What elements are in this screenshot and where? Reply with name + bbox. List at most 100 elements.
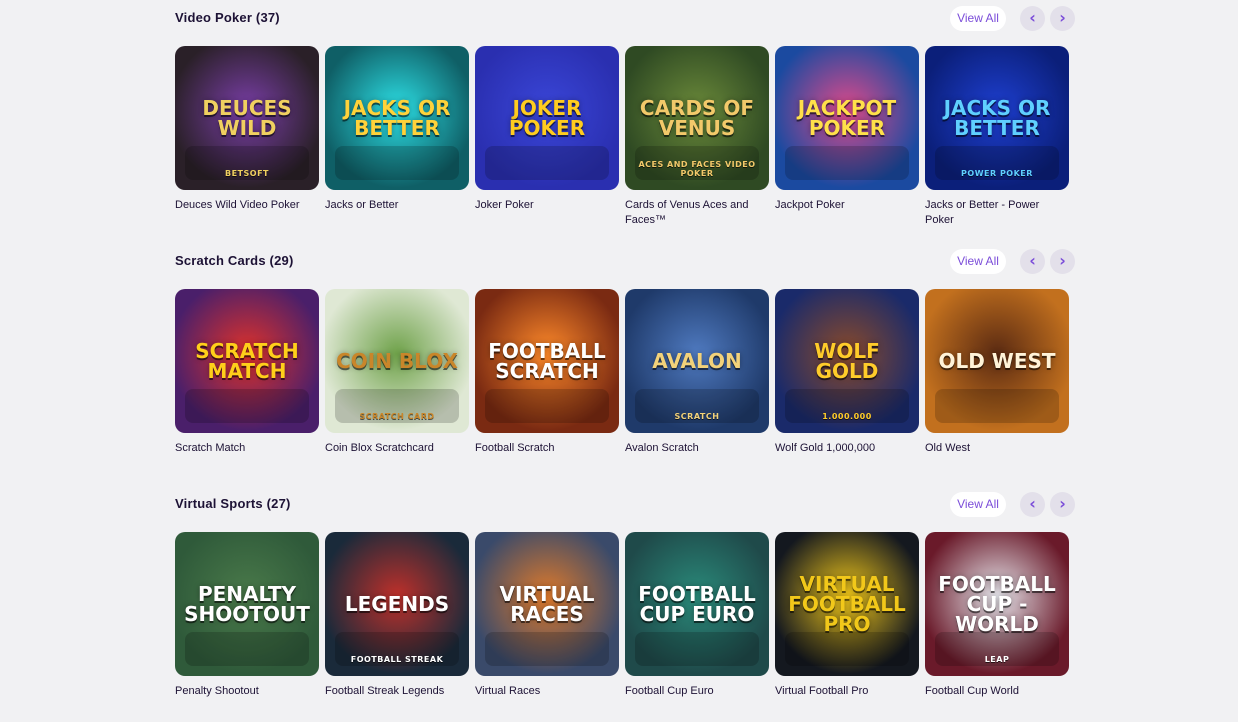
game-title[interactable]: Virtual Races [475, 684, 619, 699]
thumbnail-artwork [485, 146, 609, 180]
game-title[interactable]: Scratch Match [175, 441, 319, 456]
game-thumbnail[interactable]: Jacks or Better POWER POKER [925, 46, 1069, 190]
thumbnail-artwork [485, 632, 609, 666]
game-title[interactable]: Cards of Venus Aces and Faces™ [625, 198, 769, 228]
view-all-button[interactable]: View All [950, 492, 1006, 517]
game-row: Deuces Wild BETSOFT Deuces Wild Video Poke… [175, 46, 1075, 236]
section-header: Virtual Sports (27) View All ‹ › [175, 486, 1075, 524]
thumbnail-artwork [935, 389, 1059, 423]
thumbnail-artwork [485, 389, 609, 423]
game-title[interactable]: Old West [925, 441, 1069, 456]
section-scratch-cards: Scratch Cards (29) View All ‹ › Scratch … [175, 243, 1075, 454]
thumbnail-artwork [185, 632, 309, 666]
chevron-left-icon[interactable]: ‹ [1020, 492, 1045, 517]
view-all-button[interactable]: View All [950, 249, 1006, 274]
game-tile[interactable]: Deuces Wild BETSOFT Deuces Wild Video Poke… [175, 46, 319, 213]
game-tile[interactable]: Jackpot Poker Jackpot Poker [775, 46, 919, 213]
game-thumbnail[interactable]: Old West [925, 289, 1069, 433]
game-thumbnail[interactable]: Wolf Gold 1.000.000 [775, 289, 919, 433]
game-thumbnail[interactable]: Penalty Shootout [175, 532, 319, 676]
game-logo-subtitle: POWER POKER [961, 169, 1033, 178]
game-tile[interactable]: Cards of Venus ACES AND FACES VIDEO POKER… [625, 46, 769, 228]
game-title[interactable]: Jackpot Poker [775, 198, 919, 213]
game-thumbnail[interactable]: Football Scratch [475, 289, 619, 433]
game-title[interactable]: Penalty Shootout [175, 684, 319, 699]
game-tile[interactable]: Virtual Races Virtual Races [475, 532, 619, 699]
thumbnail-artwork [335, 146, 459, 180]
game-thumbnail[interactable]: Scratch Match [175, 289, 319, 433]
game-logo-text: Virtual Football Pro [788, 572, 906, 636]
chevron-right-icon[interactable]: › [1050, 249, 1075, 274]
game-logo-subtitle: SCRATCH CARD [359, 412, 435, 421]
game-logo-text: Cards of Venus [639, 96, 755, 140]
game-tile[interactable]: Scratch Match Scratch Match [175, 289, 319, 456]
game-thumbnail[interactable]: Coin Blox SCRATCH CARD [325, 289, 469, 433]
section-header: Scratch Cards (29) View All ‹ › [175, 243, 1075, 281]
game-thumbnail[interactable]: Virtual Races [475, 532, 619, 676]
game-title[interactable]: Coin Blox Scratchcard [325, 441, 469, 456]
chevron-right-icon[interactable]: › [1050, 6, 1075, 31]
chevron-left-icon[interactable]: ‹ [1020, 249, 1045, 274]
game-title[interactable]: Avalon Scratch [625, 441, 769, 456]
section-title: Scratch Cards (29) [175, 253, 294, 268]
game-row: Penalty Shootout Penalty Shootout Legends F… [175, 532, 1075, 722]
game-tile[interactable]: Legends FOOTBALL STREAK Football Streak Le… [325, 532, 469, 699]
game-thumbnail[interactable]: Avalon SCRATCH [625, 289, 769, 433]
game-thumbnail[interactable]: Football Cup - World LEAP [925, 532, 1069, 676]
chevron-left-icon[interactable]: ‹ [1020, 6, 1045, 31]
game-title[interactable]: Football Cup World [925, 684, 1069, 699]
game-tile[interactable]: Joker Poker Joker Poker [475, 46, 619, 213]
game-title[interactable]: Deuces Wild Video Poker [175, 198, 319, 213]
game-tile[interactable]: Old West Old West [925, 289, 1069, 456]
game-title[interactable]: Jacks or Better [325, 198, 469, 213]
game-thumbnail[interactable]: Jacks or Better [325, 46, 469, 190]
game-title[interactable]: Football Cup Euro [625, 684, 769, 699]
game-logo-text: Football Cup - World [938, 572, 1056, 636]
game-logo-subtitle: FOOTBALL STREAK [350, 655, 444, 664]
game-row: Scratch Match Scratch Match Coin Blox SCRAT… [175, 289, 1075, 479]
thumbnail-artwork [185, 389, 309, 423]
game-logo-text: Football Scratch [488, 339, 606, 383]
game-title[interactable]: Joker Poker [475, 198, 619, 213]
section-video-poker: Video Poker (37) View All ‹ › Deuces Wil… [175, 0, 1075, 226]
game-tile[interactable]: Wolf Gold 1.000.000 Wolf Gold 1,000,000 [775, 289, 919, 456]
view-all-button[interactable]: View All [950, 6, 1006, 31]
game-thumbnail[interactable]: Virtual Football Pro [775, 532, 919, 676]
game-logo-text: Jacks or Better [343, 96, 451, 140]
chevron-right-icon[interactable]: › [1050, 492, 1075, 517]
section-title: Virtual Sports (27) [175, 496, 291, 511]
section-title: Video Poker (37) [175, 10, 280, 25]
game-title[interactable]: Wolf Gold 1,000,000 [775, 441, 919, 456]
game-title[interactable]: Football Scratch [475, 441, 619, 456]
game-title[interactable]: Virtual Football Pro [775, 684, 919, 699]
game-thumbnail[interactable]: Football Cup Euro [625, 532, 769, 676]
game-logo-text: Joker Poker [508, 96, 586, 140]
thumbnail-artwork [635, 632, 759, 666]
game-title[interactable]: Jacks or Better - Power Poker [925, 198, 1069, 228]
game-thumbnail[interactable]: Joker Poker [475, 46, 619, 190]
game-title[interactable]: Football Streak Legends [325, 684, 469, 699]
game-tile[interactable]: Football Cup - World LEAP Football Cup Wor… [925, 532, 1069, 699]
game-logo-text: Coin Blox [336, 349, 458, 373]
game-logo-subtitle: LEAP [984, 655, 1010, 664]
game-tile[interactable]: Jacks or Better POWER POKER Jacks or Bette… [925, 46, 1069, 228]
game-tile[interactable]: Jacks or Better Jacks or Better [325, 46, 469, 213]
thumbnail-artwork [785, 146, 909, 180]
game-tile[interactable]: Coin Blox SCRATCH CARD Coin Blox Scratchca… [325, 289, 469, 456]
game-thumbnail[interactable]: Cards of Venus ACES AND FACES VIDEO POKER [625, 46, 769, 190]
game-tile[interactable]: Football Cup Euro Football Cup Euro [625, 532, 769, 699]
section-header: Video Poker (37) View All ‹ › [175, 0, 1075, 38]
game-tile[interactable]: Football Scratch Football Scratch [475, 289, 619, 456]
game-thumbnail[interactable]: Legends FOOTBALL STREAK [325, 532, 469, 676]
game-tile[interactable]: Avalon SCRATCH Avalon Scratch [625, 289, 769, 456]
game-logo-text: Legends [344, 592, 450, 616]
game-thumbnail[interactable]: Deuces Wild BETSOFT [175, 46, 319, 190]
game-logo-text: Penalty Shootout [184, 582, 310, 626]
game-logo-subtitle: BETSOFT [224, 169, 269, 178]
game-tile[interactable]: Penalty Shootout Penalty Shootout [175, 532, 319, 699]
game-logo-subtitle: ACES AND FACES VIDEO POKER [638, 160, 756, 178]
game-tile[interactable]: Virtual Football Pro Virtual Football Pro [775, 532, 919, 699]
game-thumbnail[interactable]: Jackpot Poker [775, 46, 919, 190]
game-logo-subtitle: SCRATCH [674, 412, 720, 421]
game-logo-text: Jackpot Poker [797, 96, 897, 140]
